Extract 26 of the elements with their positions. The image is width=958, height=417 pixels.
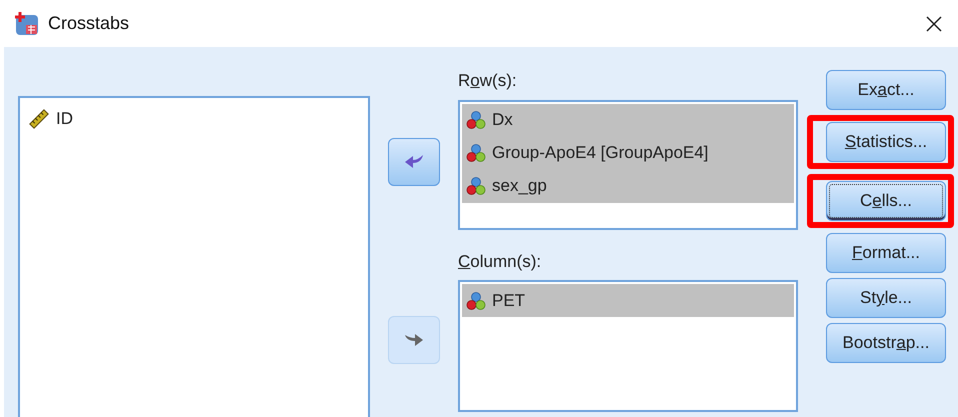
variable-item[interactable]: Group-ApoE4 [GroupApoE4] [462,136,794,170]
dialog-button[interactable]: Statistics... [826,122,946,162]
right-arrow-icon [403,331,425,349]
columns-label: Column(s): [458,250,542,272]
dialog-button[interactable]: Format... [826,233,946,273]
dialog-button[interactable]: Cells... [826,181,946,221]
nominal-variable-icon [466,290,486,310]
rows-label: Row(s): [458,70,518,92]
dialog-button[interactable]: Style... [826,278,946,318]
variable-item[interactable]: ID [24,102,364,135]
rows-list[interactable]: Dx Group-ApoE4 [GroupApoE4] sex_gp [458,100,798,230]
window-title: Crosstabs [48,12,130,35]
move-arrow-button[interactable] [388,138,440,186]
nominal-variable-icon [466,176,486,196]
crosstabs-app-icon [14,10,40,36]
variable-item[interactable]: PET [462,284,794,317]
variable-item[interactable]: Dx [462,104,794,136]
nominal-variable-icon [466,143,486,163]
source-variable-list[interactable]: ID [18,96,370,417]
nominal-variable-icon [466,110,486,130]
dialog-button[interactable]: Bootstrap... [826,323,946,363]
close-icon[interactable] [925,14,943,32]
dialog-button[interactable]: Exact... [826,70,946,110]
variable-item[interactable]: sex_gp [462,170,794,202]
left-arrow-icon [403,153,425,171]
columns-list[interactable]: PET [458,280,798,412]
